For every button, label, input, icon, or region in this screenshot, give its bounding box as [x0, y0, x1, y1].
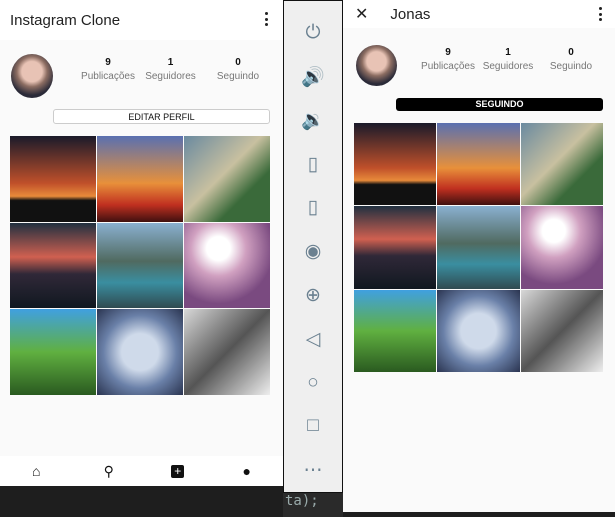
- stat-following: 0 Seguindo: [216, 57, 260, 82]
- more-menu-icon[interactable]: [598, 7, 602, 21]
- person-icon[interactable]: ●: [237, 463, 257, 479]
- photo-thumbnail[interactable]: [184, 222, 270, 309]
- other-profile-screen: ✕ Jonas 9 Publicações 1 Seguidores 0 Seguin…: [343, 0, 615, 512]
- home-icon[interactable]: ○: [307, 361, 318, 405]
- search-icon[interactable]: ⚲: [99, 463, 119, 480]
- rotate-right-icon[interactable]: ▯: [308, 186, 318, 230]
- overview-icon[interactable]: □: [307, 405, 318, 449]
- stat-posts: 9 Publicações: [81, 57, 135, 82]
- back-icon[interactable]: ◁: [306, 317, 321, 361]
- photo-thumbnail[interactable]: [437, 123, 520, 206]
- photo-thumbnail[interactable]: [354, 289, 437, 372]
- photo-thumbnail[interactable]: [97, 222, 183, 309]
- photo-thumbnail[interactable]: [354, 123, 437, 206]
- power-icon[interactable]: ⏻: [305, 11, 320, 55]
- stat-followers: 1 Seguidores: [145, 57, 196, 82]
- edit-profile-button[interactable]: EDITAR PERFIL: [53, 109, 270, 124]
- photo-thumbnail[interactable]: [354, 206, 437, 289]
- photo-thumbnail[interactable]: [437, 206, 520, 289]
- photo-thumbnail[interactable]: [520, 123, 603, 206]
- photo-thumbnail[interactable]: [184, 136, 270, 222]
- avatar[interactable]: [356, 45, 397, 86]
- following-button[interactable]: SEGUINDO: [396, 98, 603, 111]
- app-bar: ✕ Jonas: [343, 0, 615, 28]
- photo-thumbnail[interactable]: [10, 222, 96, 309]
- photo-thumbnail[interactable]: [437, 289, 520, 372]
- profile-stats: 9 Publicações 1 Seguidores 0 Seguindo: [78, 57, 273, 82]
- photo-grid: [354, 123, 603, 372]
- close-icon[interactable]: ✕: [355, 4, 368, 24]
- zoom-icon[interactable]: ⊕: [305, 273, 321, 317]
- volume-up-icon[interactable]: 🔊: [301, 55, 325, 99]
- own-profile-screen: Instagram Clone 9 Publicações 1 Seguidores…: [0, 0, 283, 486]
- stat-followers: 1 Seguidores: [482, 47, 534, 72]
- photo-thumbnail[interactable]: [184, 309, 270, 395]
- photo-thumbnail[interactable]: [97, 309, 183, 395]
- bottom-navigation: ⌂ ⚲ + ●: [0, 456, 283, 486]
- photo-thumbnail[interactable]: [520, 289, 603, 372]
- code-editor-snippet: ta);: [283, 493, 343, 517]
- app-title: Instagram Clone: [10, 11, 121, 29]
- photo-thumbnail[interactable]: [520, 206, 603, 289]
- emulator-toolbar: ⏻ 🔊 🔉 ▯ ▯ ◉ ⊕ ◁ ○ □ ⋯: [283, 0, 343, 493]
- photo-grid: [10, 136, 270, 395]
- stat-following: 0 Seguindo: [549, 47, 593, 72]
- photo-thumbnail[interactable]: [97, 136, 183, 222]
- photo-thumbnail[interactable]: [10, 309, 96, 395]
- profile-stats: 9 Publicações 1 Seguidores 0 Seguindo: [419, 47, 603, 72]
- stat-posts: 9 Publicações: [421, 47, 475, 72]
- app-bar: Instagram Clone: [0, 0, 283, 40]
- home-icon[interactable]: ⌂: [26, 463, 46, 479]
- add-box-icon[interactable]: +: [171, 464, 185, 478]
- volume-down-icon[interactable]: 🔉: [301, 98, 325, 142]
- avatar[interactable]: [11, 54, 53, 98]
- camera-icon[interactable]: ◉: [305, 230, 322, 274]
- photo-thumbnail[interactable]: [10, 136, 96, 222]
- profile-title: Jonas: [390, 5, 431, 23]
- rotate-left-icon[interactable]: ▯: [308, 142, 318, 186]
- more-icon[interactable]: ⋯: [304, 448, 323, 492]
- more-menu-icon[interactable]: [264, 12, 268, 26]
